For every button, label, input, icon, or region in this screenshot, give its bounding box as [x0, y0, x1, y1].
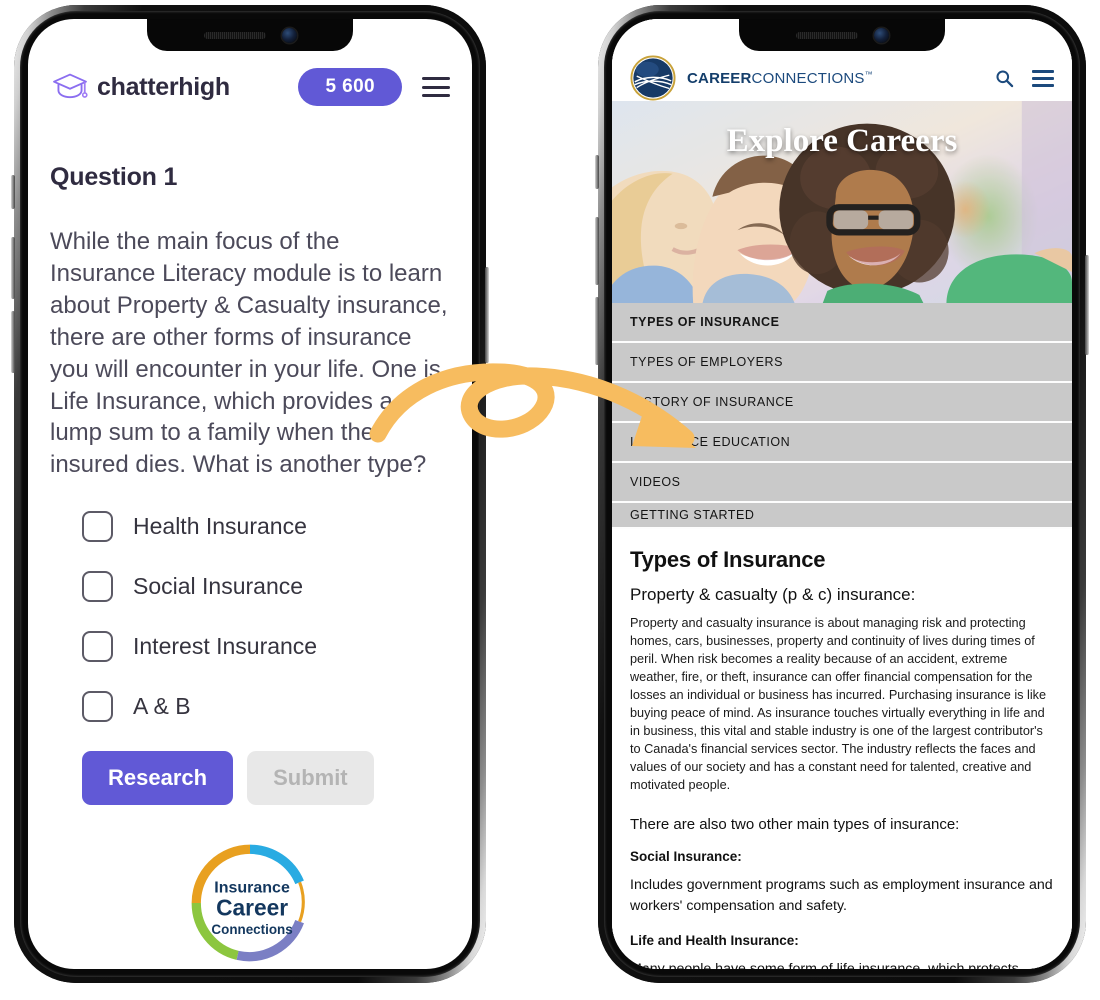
careerconnections-app: CAREERCONNECTIONS™ Explore Careers TYPES…: [612, 19, 1072, 969]
trademark-symbol: ™: [864, 69, 873, 79]
checkbox-icon[interactable]: [82, 691, 113, 723]
nav-item-types-of-employers[interactable]: TYPES OF EMPLOYERS: [612, 343, 1072, 383]
volume-up-button[interactable]: [11, 237, 15, 299]
globe-logo-icon[interactable]: [630, 55, 676, 101]
earpiece-speaker-icon: [795, 31, 858, 39]
power-button[interactable]: [485, 267, 489, 363]
volume-down-button[interactable]: [595, 297, 599, 365]
left-phone-device: chatterhigh 5 600 Question 1 While the m…: [11, 5, 489, 983]
hero-banner: Explore Careers: [612, 101, 1072, 303]
checkbox-icon[interactable]: [82, 631, 113, 663]
life-health-insurance-text: Many people have some form of life insur…: [630, 960, 1019, 970]
volume-down-button[interactable]: [11, 311, 15, 373]
checkbox-icon[interactable]: [82, 511, 113, 543]
left-phone-screen: chatterhigh 5 600 Question 1 While the m…: [28, 19, 472, 969]
checkbox-icon[interactable]: [82, 571, 113, 603]
graduation-cap-icon: [53, 73, 88, 99]
answer-options-list: Health Insurance Social Insurance Intere…: [50, 511, 450, 723]
chatterhigh-app: chatterhigh 5 600 Question 1 While the m…: [28, 19, 472, 969]
sponsor-line-2: Career: [216, 895, 288, 921]
nav-item-types-of-insurance[interactable]: TYPES OF INSURANCE: [612, 303, 1072, 343]
social-insurance-text: Includes government programs such as emp…: [630, 877, 1053, 914]
answer-option[interactable]: Interest Insurance: [82, 631, 450, 663]
question-actions: Research Submit: [50, 751, 450, 806]
front-camera-icon: [873, 27, 889, 43]
right-phone-device: CAREERCONNECTIONS™ Explore Careers TYPES…: [595, 5, 1089, 983]
article-paragraph: Property and casualty insurance is about…: [630, 616, 1047, 793]
answer-option[interactable]: Social Insurance: [82, 571, 450, 603]
volume-up-button[interactable]: [595, 217, 599, 285]
mute-switch[interactable]: [595, 155, 599, 189]
hamburger-menu-icon[interactable]: [422, 77, 450, 97]
points-badge[interactable]: 5 600: [298, 68, 402, 106]
nav-item-label: TYPES OF INSURANCE: [630, 315, 780, 329]
insurance-career-connections-logo-icon: Insurance Career Connections: [191, 844, 305, 962]
nav-item-history-of-insurance[interactable]: HISTORY OF INSURANCE: [612, 383, 1072, 423]
power-button[interactable]: [1085, 255, 1089, 355]
nav-item-getting-started[interactable]: GETTING STARTED: [612, 503, 1072, 529]
submit-button[interactable]: Submit: [247, 751, 374, 806]
nav-item-label: GETTING STARTED: [630, 508, 755, 522]
research-button[interactable]: Research: [82, 751, 234, 806]
careerconnections-wordmark[interactable]: CAREERCONNECTIONS™: [687, 70, 995, 87]
nav-item-label: VIDEOS: [630, 475, 681, 489]
right-phone-screen: CAREERCONNECTIONS™ Explore Careers TYPES…: [612, 19, 1072, 969]
answer-option[interactable]: Health Insurance: [82, 511, 450, 543]
brand-light-text: CONNECTIONS: [751, 69, 865, 87]
question-title: Question 1: [50, 163, 178, 191]
sponsor-logo: Insurance Career Connections: [50, 841, 450, 965]
article-subheading: Property & casualty (p & c) insurance:: [630, 585, 916, 604]
life-health-insurance-heading: Life and Health Insurance:: [630, 932, 799, 948]
section-nav-list: TYPES OF INSURANCE TYPES OF EMPLOYERS HI…: [612, 303, 1072, 529]
nav-item-label: HISTORY OF INSURANCE: [630, 395, 794, 409]
phone-notch: [739, 19, 945, 51]
question-text: While the main focus of the Insurance Li…: [50, 228, 448, 479]
chatterhigh-logo[interactable]: chatterhigh: [50, 71, 298, 103]
answer-option-label: Health Insurance: [133, 513, 307, 540]
social-insurance-heading: Social Insurance:: [630, 849, 742, 865]
front-camera-icon: [281, 27, 297, 43]
nav-item-label: TYPES OF EMPLOYERS: [630, 355, 783, 369]
article-heading: Types of Insurance: [630, 547, 826, 572]
nav-item-videos[interactable]: VIDEOS: [612, 463, 1072, 503]
nav-item-label: INSURANCE EDUCATION: [630, 435, 791, 449]
answer-option-label: Interest Insurance: [133, 633, 318, 660]
article-content: Types of Insurance Property & casualty (…: [612, 529, 1072, 969]
answer-option-label: A & B: [133, 693, 191, 720]
chatterhigh-wordmark: chatterhigh: [97, 72, 230, 101]
brand-bold-text: CAREER: [687, 69, 752, 87]
hero-title: Explore Careers: [726, 123, 958, 159]
screenshot-stage: chatterhigh 5 600 Question 1 While the m…: [0, 0, 1100, 1000]
earpiece-speaker-icon: [203, 31, 266, 39]
nav-item-insurance-education[interactable]: INSURANCE EDUCATION: [612, 423, 1072, 463]
sponsor-line-3: Connections: [211, 922, 292, 937]
answer-option[interactable]: A & B: [82, 691, 450, 723]
search-icon[interactable]: [995, 69, 1014, 88]
article-lead-in: There are also two other main types of i…: [630, 816, 960, 834]
phone-notch: [147, 19, 353, 51]
mute-switch[interactable]: [11, 175, 15, 209]
answer-option-label: Social Insurance: [133, 573, 304, 600]
hamburger-menu-icon[interactable]: [1032, 69, 1054, 87]
